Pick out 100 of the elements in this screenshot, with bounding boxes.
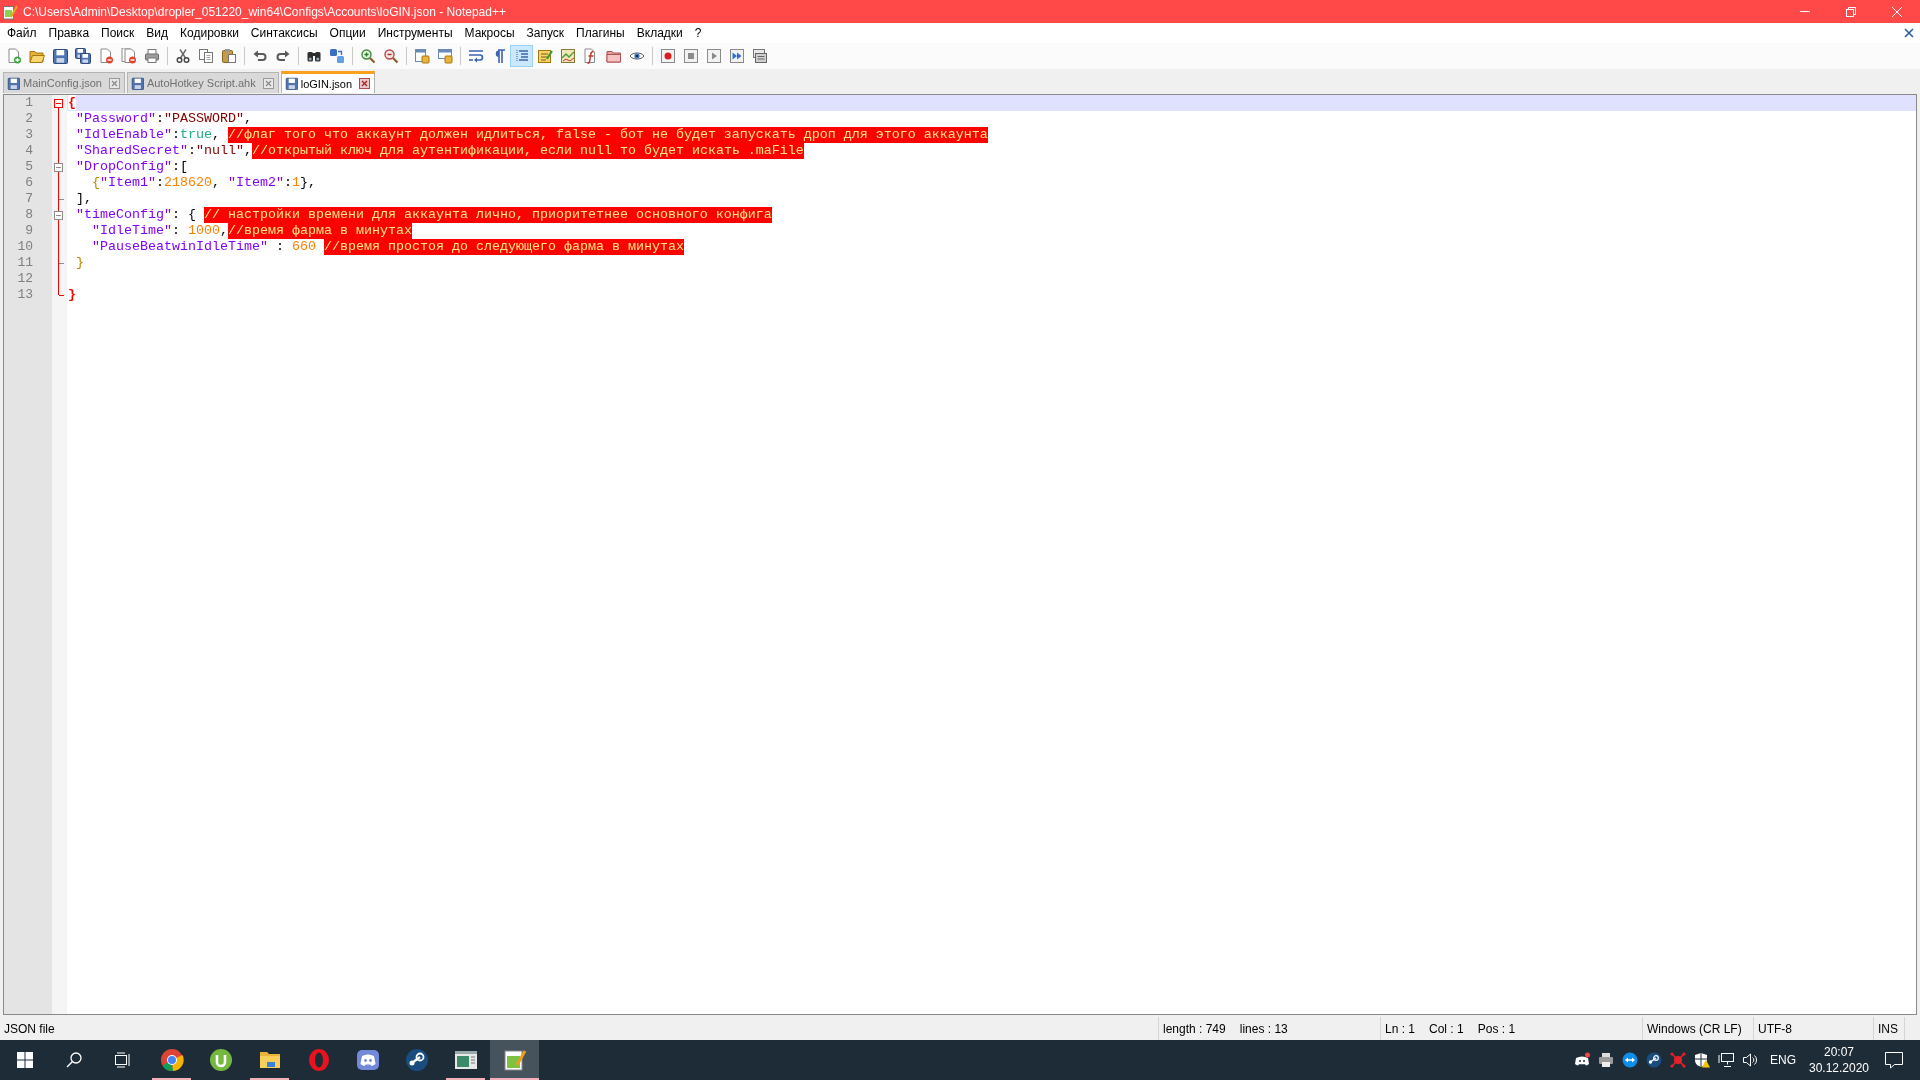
- code-text: "SharedSecret":"null",: [76, 143, 252, 159]
- code-text: "IdleEnable":true,: [76, 127, 220, 143]
- network-icon: [1718, 1052, 1734, 1068]
- line-number: 8: [25, 207, 33, 223]
- line-number: 5: [25, 159, 33, 175]
- task-view-icon: [114, 1052, 131, 1068]
- folder-icon: [605, 48, 622, 64]
- code-text: }: [76, 255, 84, 271]
- ring-icon: [306, 1048, 331, 1072]
- code-text: {: [68, 95, 76, 111]
- highlighted-comment: // настройки времени для аккаунта лично, приоритетнее основного конфига: [204, 207, 772, 223]
- redo-icon: [274, 48, 291, 64]
- save-icon: [51, 48, 68, 64]
- line-number: 4: [25, 143, 33, 159]
- code-text: "PauseBeatwinIdleTime" : 660: [92, 239, 316, 255]
- menu-item[interactable]: ?: [688, 23, 708, 43]
- document-map-icon: [559, 48, 576, 64]
- speaker-icon: [1742, 1052, 1758, 1068]
- restore-icon: [1846, 6, 1856, 17]
- round-logo-icon: [208, 1048, 233, 1072]
- highlighted-comment: //время простоя до следующего фарма в минутах: [323, 239, 684, 255]
- window-title: C:\Users\Admin\Desktop\dropler_051220_win64\Configs\Accounts\loGIN.json - Notepad++: [23, 4, 506, 19]
- line-number: 2: [25, 111, 33, 127]
- line-number: 6: [25, 175, 33, 191]
- close-file-icon: [97, 48, 114, 64]
- menu-item[interactable]: Правка: [42, 23, 96, 43]
- menu-item[interactable]: Инструменты: [371, 23, 459, 43]
- code-text: "DropConfig":[: [76, 159, 188, 175]
- taskbar-app-button[interactable]: [490, 1040, 539, 1080]
- game-controller-icon: [1574, 1052, 1590, 1068]
- circle-arm-icon: [404, 1048, 429, 1072]
- sync-vertical-icon: [413, 48, 430, 64]
- menu-item[interactable]: Поиск: [95, 23, 141, 43]
- document-tab[interactable]: AutoHotkey Script.ahk: [126, 72, 279, 93]
- stop-icon: [682, 48, 699, 64]
- code-text: {"Item1":218620, "Item2":1},: [92, 175, 316, 191]
- shield-warning-icon: [1694, 1052, 1710, 1068]
- open-folder-icon: [28, 48, 45, 64]
- close-icon: [108, 77, 120, 89]
- status-text: Ln : 1: [1385, 1021, 1416, 1036]
- close-icon: [1904, 28, 1914, 38]
- close-icon: [262, 77, 274, 89]
- save-icon: [130, 76, 144, 90]
- menu-item[interactable]: Опции: [323, 23, 372, 43]
- new-file-icon: [5, 48, 22, 64]
- clock[interactable]: 20:07 30.12.2020: [1804, 1040, 1874, 1080]
- search-icon: [65, 1052, 82, 1068]
- zoom-out-icon: [382, 48, 399, 64]
- highlighted-comment: //открытый ключ для аутентификации, если null то будет искать .maFile: [252, 143, 804, 159]
- sync-horizontal-icon: [436, 48, 453, 64]
- play-icon: [705, 48, 722, 64]
- menu-item[interactable]: Синтаксисы: [244, 23, 324, 43]
- save-all-icon: [74, 48, 91, 64]
- save-icon: [7, 76, 20, 90]
- status-text: UTF-8: [1758, 1021, 1792, 1036]
- save-icon: [284, 77, 298, 90]
- menu-item[interactable]: Плагины: [570, 23, 631, 43]
- network-nodes-icon: [1670, 1052, 1686, 1068]
- menu-item[interactable]: Макросы: [458, 23, 521, 43]
- record-icon: [659, 48, 676, 64]
- close-icon: [359, 78, 371, 89]
- menu-item[interactable]: Вид: [140, 23, 175, 43]
- line-number: 7: [25, 191, 33, 207]
- code-text: "IdleTime": 1000,: [92, 223, 228, 239]
- status-text: Col : 1: [1429, 1021, 1464, 1036]
- undo-icon: [251, 48, 268, 64]
- line-number: 13: [17, 287, 33, 303]
- copy-icon: [197, 48, 214, 64]
- language-indicator[interactable]: ENG: [1762, 1040, 1804, 1080]
- save-macro-icon: [751, 48, 768, 64]
- line-number: 9: [25, 223, 33, 239]
- fold-minus-icon[interactable]: [54, 210, 63, 220]
- menu-item[interactable]: Запуск: [520, 23, 571, 43]
- indent-guide-icon: [513, 48, 530, 64]
- replace-icon: [328, 48, 345, 64]
- window-icon: [453, 1048, 478, 1072]
- line-number: 1: [25, 95, 33, 111]
- menu-item[interactable]: Вкладки: [630, 23, 689, 43]
- printer-icon: [143, 48, 160, 64]
- document-tab[interactable]: MainConfig.json: [3, 72, 125, 93]
- close-document-button[interactable]: [1904, 28, 1914, 38]
- line-number: 3: [25, 127, 33, 143]
- menu-item[interactable]: Кодировки: [174, 23, 245, 43]
- fold-minus-icon[interactable]: [54, 162, 63, 172]
- status-text: length : 749: [1163, 1021, 1226, 1036]
- fold-minus-icon[interactable]: [54, 98, 63, 108]
- menu-item[interactable]: Файл: [1, 23, 43, 43]
- scissors-icon: [174, 48, 191, 64]
- code-text: "Password":"PASSWORD",: [76, 111, 252, 127]
- zoom-in-icon: [359, 48, 376, 64]
- status-text: INS: [1878, 1021, 1898, 1036]
- document-tab[interactable]: loGIN.json: [280, 71, 376, 93]
- status-text: JSON file: [4, 1021, 55, 1036]
- printer-icon: [1598, 1052, 1614, 1068]
- windows-logo-icon: [16, 1052, 33, 1068]
- close-icon: [1892, 6, 1902, 17]
- status-text: Pos : 1: [1477, 1021, 1516, 1036]
- notification-icon: [1885, 1051, 1903, 1069]
- line-number: 11: [17, 255, 33, 271]
- segmented-circle-icon: [159, 1048, 184, 1072]
